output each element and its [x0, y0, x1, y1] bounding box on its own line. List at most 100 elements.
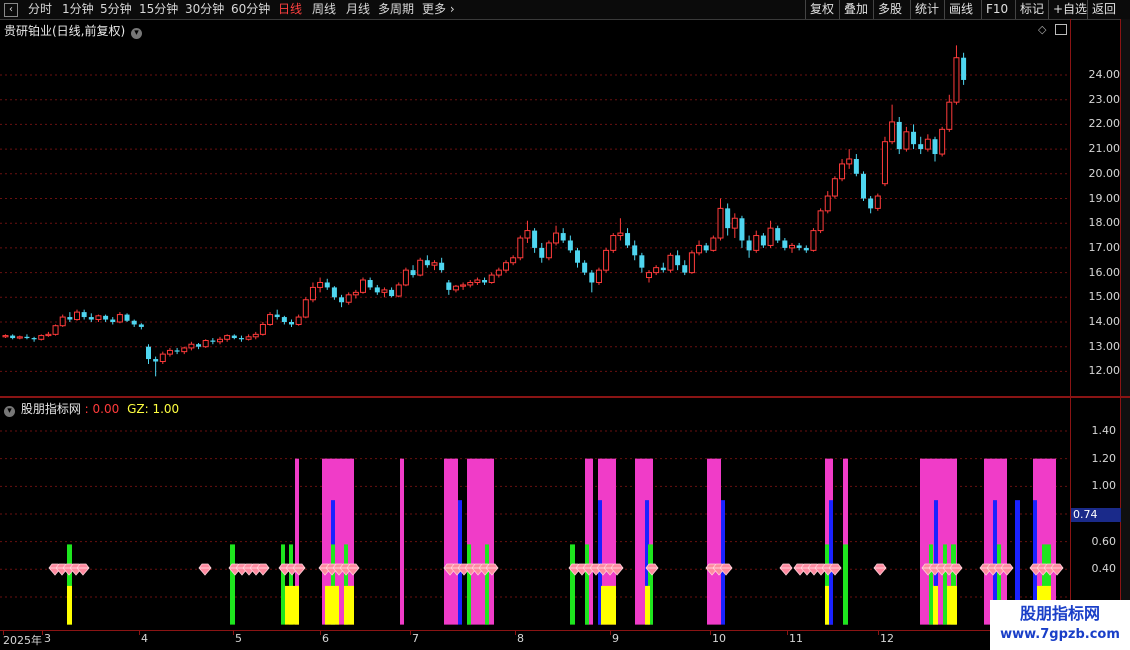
candle-1	[10, 334, 16, 340]
candle-15	[110, 317, 116, 325]
candle-133	[953, 45, 960, 105]
period-tab-4[interactable]: 30分钟	[185, 0, 224, 19]
toolbar-button-4[interactable]: 画线	[944, 0, 977, 19]
period-tab-5[interactable]: 60分钟	[231, 0, 270, 19]
period-tab-8[interactable]: 月线	[346, 0, 370, 19]
candle-107	[767, 220, 774, 248]
candle-27	[196, 342, 202, 350]
candle-6	[45, 331, 52, 337]
candle-112	[803, 245, 809, 253]
candlestick-chart	[0, 45, 1070, 377]
price-tick-5: 19.00	[1088, 191, 1121, 205]
period-tab-2[interactable]: 5分钟	[100, 0, 132, 19]
time-tick-mark-7	[610, 630, 611, 635]
period-tab-7[interactable]: 周线	[312, 0, 336, 19]
indicator-bar-19	[829, 500, 833, 625]
candle-89	[639, 252, 645, 273]
candle-70	[503, 260, 509, 273]
candle-44	[317, 277, 324, 293]
candle-85	[610, 233, 617, 253]
candle-129	[924, 134, 931, 152]
candle-64	[460, 282, 467, 290]
indicator-bar-25	[230, 544, 235, 625]
time-axis-line	[0, 630, 1130, 631]
diamond-marker-37	[779, 563, 793, 576]
candle-4	[31, 336, 37, 342]
toolbar-button-1[interactable]: 叠加	[839, 0, 872, 19]
candle-47	[339, 294, 345, 308]
indicator-bar-30	[467, 544, 471, 625]
candle-73	[524, 220, 531, 243]
candle-106	[760, 233, 766, 248]
candle-28	[202, 339, 209, 348]
indicator-bar-2	[400, 458, 404, 625]
candle-113	[810, 228, 817, 252]
toolbar-button-6[interactable]: 标记	[1015, 0, 1048, 19]
price-tick-9: 15.00	[1088, 290, 1121, 304]
candle-120	[861, 171, 866, 201]
indicator-bar-4	[467, 458, 494, 625]
toolbar-button-3[interactable]: 统计	[910, 0, 943, 19]
candle-59	[424, 255, 430, 268]
candle-116	[831, 176, 838, 199]
candle-102	[731, 213, 738, 239]
toolbar-button-0[interactable]: 复权	[805, 0, 838, 19]
candle-60	[431, 260, 438, 271]
candle-55	[395, 282, 402, 298]
candle-87	[625, 228, 631, 248]
candle-14	[103, 314, 109, 322]
diamond-marker-10	[256, 563, 270, 576]
price-tick-12: 12.00	[1088, 364, 1121, 378]
candle-72	[517, 235, 524, 261]
period-tab-0[interactable]: 分时	[28, 0, 52, 19]
back-arrow-icon[interactable]: ‹	[4, 3, 18, 17]
time-label-7: 9	[612, 632, 619, 645]
candle-24	[174, 347, 180, 355]
candle-71	[510, 255, 517, 266]
time-label-0: 2025年	[3, 634, 42, 647]
candle-76	[545, 240, 552, 261]
period-tab-6[interactable]: 日线	[278, 0, 302, 19]
candle-62	[446, 280, 452, 295]
toolbar-button-5[interactable]: F10	[981, 0, 1012, 19]
candle-20	[146, 344, 151, 364]
toolbar-button-8[interactable]: 返回	[1087, 0, 1120, 19]
toolbar-button-7[interactable]: +自选	[1048, 0, 1091, 19]
period-tab-3[interactable]: 15分钟	[139, 0, 178, 19]
indicator-bar-33	[585, 544, 589, 625]
candle-2	[16, 335, 23, 340]
candle-66	[474, 277, 481, 285]
candle-96	[688, 250, 695, 274]
candle-128	[918, 136, 924, 155]
indicator-bar-38	[943, 544, 947, 625]
toolbar-button-2[interactable]: 多股	[873, 0, 906, 19]
indicator-tick-1: 1.20	[1091, 451, 1117, 465]
period-tab-10[interactable]: 更多 ›	[422, 0, 455, 19]
candle-49	[352, 289, 359, 299]
indicator-bar-50	[947, 585, 957, 625]
price-tick-10: 14.00	[1088, 315, 1121, 328]
candle-23	[166, 347, 173, 357]
candle-38	[274, 309, 280, 320]
candle-119	[853, 154, 859, 177]
candle-17	[124, 313, 130, 322]
candle-19	[138, 323, 144, 330]
candle-132	[946, 94, 953, 132]
candle-123	[881, 136, 888, 187]
indicator-bar-43	[285, 585, 299, 625]
period-tab-1[interactable]: 1分钟	[62, 0, 94, 19]
time-label-5: 7	[412, 632, 419, 645]
candle-100	[717, 198, 724, 241]
time-tick-mark-3	[233, 630, 234, 635]
right-edge-strip	[1120, 19, 1130, 396]
period-tab-9[interactable]: 多周期	[378, 0, 414, 19]
candle-109	[782, 238, 788, 251]
candle-52	[374, 284, 380, 295]
candle-131	[939, 126, 946, 157]
candle-56	[402, 267, 409, 287]
candle-122	[874, 193, 881, 211]
indicator-bar-8	[707, 458, 721, 625]
candle-7	[52, 324, 59, 336]
candle-36	[259, 322, 266, 336]
time-tick-mark-1	[42, 630, 43, 635]
